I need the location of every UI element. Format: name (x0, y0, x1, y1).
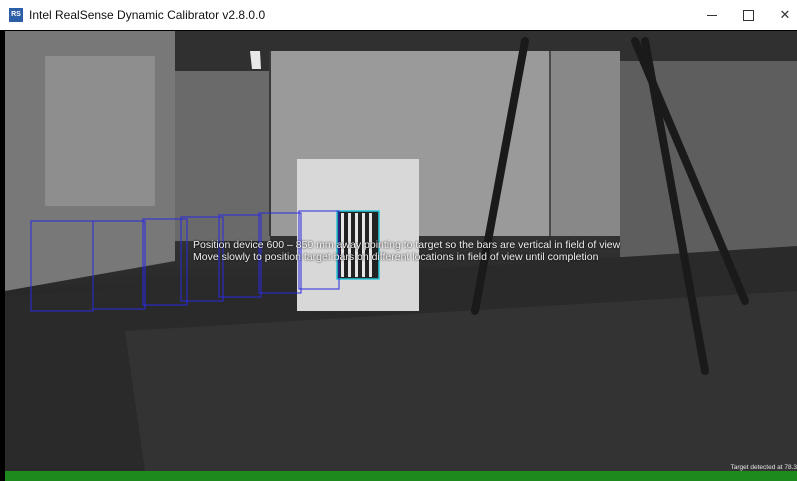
maximize-icon (742, 9, 754, 21)
app-icon: RS (9, 8, 23, 22)
window-title: Intel RealSense Dynamic Calibrator v2.8.… (29, 8, 266, 22)
calibrator-window: RS Intel RealSense Dynamic Calibrator v2… (0, 0, 797, 481)
minimize-icon (707, 14, 717, 16)
instructions-text: Position device 600 – 850 mm away pointi… (193, 239, 753, 263)
instruction-line-1: Position device 600 – 850 mm away pointi… (193, 239, 621, 251)
close-icon: ✕ (779, 7, 791, 22)
target-detected-label: Target detected at 78.3 (730, 464, 797, 471)
progress-bar (5, 471, 797, 481)
minimize-button[interactable] (692, 0, 732, 30)
maximize-button[interactable] (728, 0, 768, 30)
camera-view: Position device 600 – 850 mm away pointi… (5, 31, 797, 471)
title-bar[interactable]: RS Intel RealSense Dynamic Calibrator v2… (0, 0, 797, 30)
close-button[interactable]: ✕ (765, 0, 797, 30)
instruction-line-2: Move slowly to position target bars on d… (193, 251, 599, 263)
